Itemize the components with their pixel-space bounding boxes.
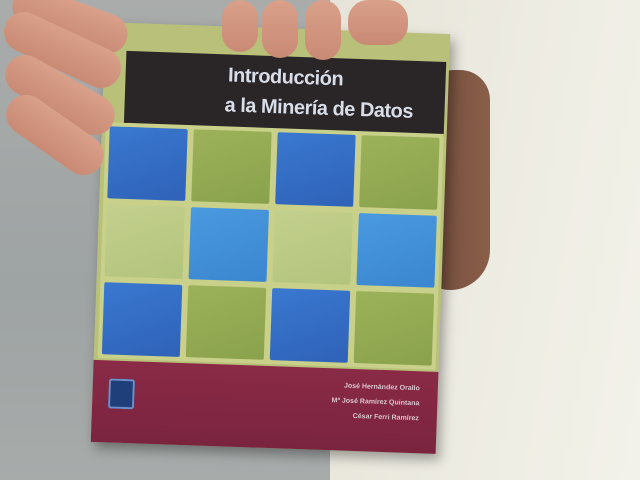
cover-tile bbox=[353, 291, 435, 366]
hand-finger bbox=[262, 0, 298, 58]
cover-tile bbox=[275, 132, 356, 207]
cover-tile bbox=[359, 135, 440, 210]
hand-finger bbox=[222, 0, 258, 52]
author-name: César Ferri Ramírez bbox=[352, 412, 419, 423]
cover-tile bbox=[107, 126, 188, 202]
cover-tile-grid bbox=[97, 122, 444, 370]
cover-tile bbox=[188, 207, 269, 282]
cover-tile bbox=[356, 213, 437, 288]
cover-tile bbox=[101, 282, 183, 357]
book-title-line-2: a la Minería de Datos bbox=[224, 94, 414, 123]
cover-tile bbox=[269, 288, 351, 363]
publisher-logo-icon bbox=[107, 378, 135, 410]
cover-tile bbox=[185, 285, 267, 360]
author-list: José Hernández Orallo Mª José Ramírez Qu… bbox=[331, 378, 420, 426]
book-title-line-1: Introducción bbox=[227, 64, 344, 91]
cover-tile bbox=[104, 204, 186, 279]
book-cover: Introducción a la Minería de Datos José … bbox=[90, 22, 451, 454]
hand-finger bbox=[348, 0, 408, 45]
hand-finger bbox=[305, 0, 341, 60]
author-name: Mª José Ramírez Quintana bbox=[331, 397, 420, 408]
bottom-band: José Hernández Orallo Mª José Ramírez Qu… bbox=[90, 359, 439, 454]
cover-tile bbox=[191, 129, 272, 204]
cover-tile bbox=[272, 210, 353, 285]
